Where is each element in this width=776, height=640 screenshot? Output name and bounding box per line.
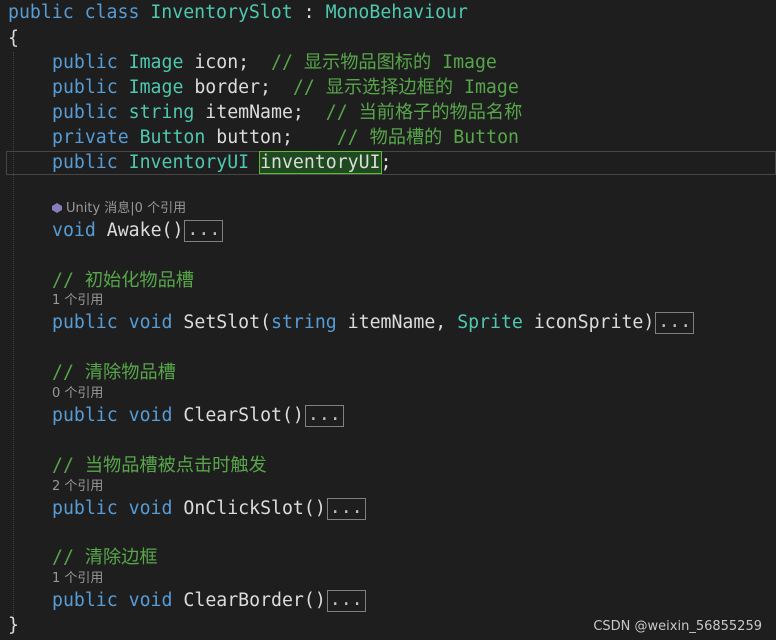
method-setslot: public void SetSlot(string itemName, Spr… (52, 310, 695, 335)
identifier: button; (205, 127, 337, 148)
field-inventoryui: public InventoryUI inventoryUI; (52, 150, 391, 175)
codelens-setslot[interactable]: 1 个引用 (52, 292, 103, 310)
identifier: border; (183, 77, 293, 98)
modifier: public (52, 52, 118, 73)
identifier: icon; (183, 52, 272, 73)
watermark: CSDN @weixin_56855259 (593, 619, 762, 634)
param-type: Sprite (457, 312, 523, 333)
comment-onclickslot: // 当物品槽被点击时触发 (52, 453, 267, 478)
collapsed-block-button[interactable]: ... (304, 405, 344, 427)
field-icon: public Image icon; // 显示物品图标的 Image (52, 50, 497, 75)
unity-icon (52, 203, 62, 213)
semicolon: ; (380, 152, 392, 173)
colon: : (292, 2, 326, 23)
collapsed-block-button[interactable]: ... (655, 312, 695, 334)
return-type: void (128, 312, 173, 333)
args: () (161, 220, 184, 241)
comment-setslot: // 初始化物品槽 (52, 268, 194, 293)
collapsed-block-button[interactable]: ... (326, 590, 366, 612)
identifier: itemName; (194, 102, 326, 123)
highlighted-identifier[interactable]: inventoryUI (259, 151, 382, 174)
collapsed-block-button[interactable]: ... (326, 498, 366, 520)
return-type: void (128, 405, 173, 426)
field-border: public Image border; // 显示选择边框的 Image (52, 75, 519, 100)
modifier: public (52, 405, 118, 426)
base-class: MonoBehaviour (325, 2, 468, 23)
paren: ) (643, 312, 655, 333)
modifier: public (52, 102, 118, 123)
keyword: class (84, 2, 140, 23)
modifier: private (52, 127, 129, 148)
args: () (281, 405, 304, 426)
type: Image (128, 77, 184, 98)
method-onclickslot: public void OnClickSlot()... (52, 496, 366, 521)
modifier: public (52, 498, 118, 519)
method-name: OnClickSlot (183, 498, 304, 519)
open-brace: { (8, 28, 19, 49)
codelens-clearslot[interactable]: 0 个引用 (52, 385, 103, 403)
keyword: void (52, 220, 96, 241)
args: () (303, 590, 326, 611)
args: () (303, 498, 326, 519)
comment-clearslot: // 清除物品槽 (52, 360, 176, 385)
comment: // 显示物品图标的 Image (271, 52, 497, 73)
param-type: string (271, 312, 337, 333)
field-itemname: public string itemName; // 当前格子的物品名称 (52, 100, 522, 125)
param-name: itemName, (336, 312, 458, 333)
indent-guide (13, 52, 14, 622)
keyword: public (8, 2, 74, 23)
method-name: SetSlot (183, 312, 261, 333)
codelens-clearborder[interactable]: 1 个引用 (52, 570, 103, 588)
method-name: ClearBorder (183, 590, 304, 611)
codelens-onclickslot[interactable]: 2 个引用 (52, 478, 103, 496)
modifier: public (52, 312, 118, 333)
paren: ( (260, 312, 272, 333)
comment: // 物品槽的 Button (336, 127, 519, 148)
comment: // 当前格子的物品名称 (325, 102, 523, 123)
comment: // 初始化物品槽 (52, 270, 194, 291)
codelens-text: Unity 消息|0 个引用 (66, 201, 187, 216)
method-awake: void Awake()... (52, 218, 224, 243)
modifier: public (52, 77, 118, 98)
type: Button (139, 127, 206, 148)
comment: // 清除物品槽 (52, 362, 176, 383)
type: string (128, 102, 195, 123)
modifier: public (52, 152, 118, 173)
return-type: void (128, 498, 173, 519)
collapsed-block-button[interactable]: ... (184, 220, 224, 242)
class-name: InventorySlot (150, 2, 293, 23)
method-clearborder: public void ClearBorder()... (52, 588, 366, 613)
class-declaration: public class InventorySlot : MonoBehavio… (8, 0, 468, 25)
type: InventoryUI (128, 152, 250, 173)
codelens-awake[interactable]: Unity 消息|0 个引用 (52, 200, 186, 218)
comment: // 显示选择边框的 Image (292, 77, 519, 98)
close-brace: } (8, 615, 19, 636)
return-type: void (128, 590, 173, 611)
comment-clearborder: // 清除边框 (52, 545, 158, 570)
comment: // 当物品槽被点击时触发 (52, 455, 267, 476)
comment: // 清除边框 (52, 547, 158, 568)
param-name: iconSprite (522, 312, 644, 333)
type: Image (128, 52, 184, 73)
field-button: private Button button; // 物品槽的 Button (52, 125, 519, 150)
method-name: Awake (106, 220, 162, 241)
method-clearslot: public void ClearSlot()... (52, 403, 344, 428)
method-name: ClearSlot (183, 405, 282, 426)
modifier: public (52, 590, 118, 611)
